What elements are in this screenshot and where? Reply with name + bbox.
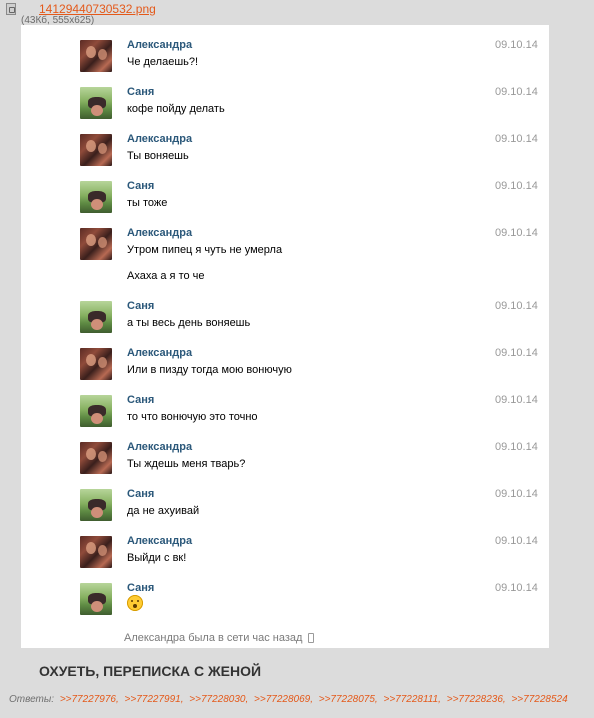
author-name[interactable]: Александра [127, 133, 192, 145]
author-name[interactable]: Александра [127, 535, 192, 547]
reply-link[interactable]: >>77228075, [319, 694, 378, 705]
avatar[interactable] [80, 348, 112, 380]
avatar[interactable] [80, 536, 112, 568]
author-name[interactable]: Александра [127, 39, 192, 51]
author-name[interactable]: Саня [127, 300, 154, 312]
message-date: 09.10.14 [495, 535, 538, 547]
message-date: 09.10.14 [495, 300, 538, 312]
avatar[interactable] [80, 40, 112, 72]
author-name[interactable]: Саня [127, 86, 154, 98]
message-text: Или в пизду тогда мою вонючую [127, 364, 292, 376]
replies-bar: Ответы: >>77227976, >>77227991, >>772280… [9, 694, 589, 705]
message-text: Ты ждешь меня тварь? [127, 458, 246, 470]
message-text: ты тоже [127, 197, 168, 209]
message-text: да не ахуивай [127, 505, 200, 517]
message-date: 09.10.14 [495, 394, 538, 406]
message-date: 09.10.14 [495, 133, 538, 145]
file-link[interactable]: 14129440730532.png [39, 2, 156, 16]
avatar[interactable] [80, 134, 112, 166]
message-date: 09.10.14 [495, 39, 538, 51]
message-text: кофе пойду делать [127, 103, 225, 115]
reply-link[interactable]: >>77228030, [189, 694, 248, 705]
reply-link[interactable]: >>77227991, [125, 694, 184, 705]
avatar[interactable] [80, 301, 112, 333]
online-status: Александра была в сети час назад [124, 632, 303, 644]
post-headline: ОХУЕТЬ, ПЕРЕПИСКА С ЖЕНОЙ [39, 663, 262, 679]
message-date: 09.10.14 [495, 582, 538, 594]
message-date: 09.10.14 [495, 488, 538, 500]
image-file-icon [6, 3, 16, 15]
avatar[interactable] [80, 181, 112, 213]
message-date: 09.10.14 [495, 347, 538, 359]
chat-screenshot: Александра 09.10.14 Че делаешь?! Саня 09… [21, 25, 549, 648]
message-text: Ахаха а я то че [127, 270, 205, 282]
message-date: 09.10.14 [495, 441, 538, 453]
reply-link[interactable]: >>77227976, [60, 694, 119, 705]
avatar[interactable] [80, 583, 112, 615]
shocked-emoji-icon [127, 595, 143, 611]
avatar[interactable] [80, 395, 112, 427]
author-name[interactable]: Александра [127, 227, 192, 239]
author-name[interactable]: Саня [127, 180, 154, 192]
author-name[interactable]: Саня [127, 488, 154, 500]
message-text: Че делаешь?! [127, 56, 199, 68]
message-text: Утром пипец я чуть не умерла [127, 244, 283, 256]
message-date: 09.10.14 [495, 227, 538, 239]
author-name[interactable]: Саня [127, 582, 154, 594]
author-name[interactable]: Александра [127, 347, 192, 359]
reply-link[interactable]: >>77228069, [254, 694, 313, 705]
message-date: 09.10.14 [495, 180, 538, 192]
message-text: то что вонючую это точно [127, 411, 258, 423]
message-text: Выйди с вк! [127, 552, 187, 564]
reply-link[interactable]: >>77228236, [447, 694, 506, 705]
avatar[interactable] [80, 489, 112, 521]
reply-link[interactable]: >>77228111, [383, 694, 440, 705]
mobile-phone-icon [308, 633, 314, 643]
reply-link[interactable]: >>77228524 [511, 694, 567, 705]
avatar[interactable] [80, 442, 112, 474]
message-text: а ты весь день воняешь [127, 317, 251, 329]
author-name[interactable]: Александра [127, 441, 192, 453]
replies-label: Ответы: [9, 694, 55, 705]
message-text: Ты воняешь [127, 150, 189, 162]
avatar[interactable] [80, 228, 112, 260]
message-date: 09.10.14 [495, 86, 538, 98]
avatar[interactable] [80, 87, 112, 119]
author-name[interactable]: Саня [127, 394, 154, 406]
